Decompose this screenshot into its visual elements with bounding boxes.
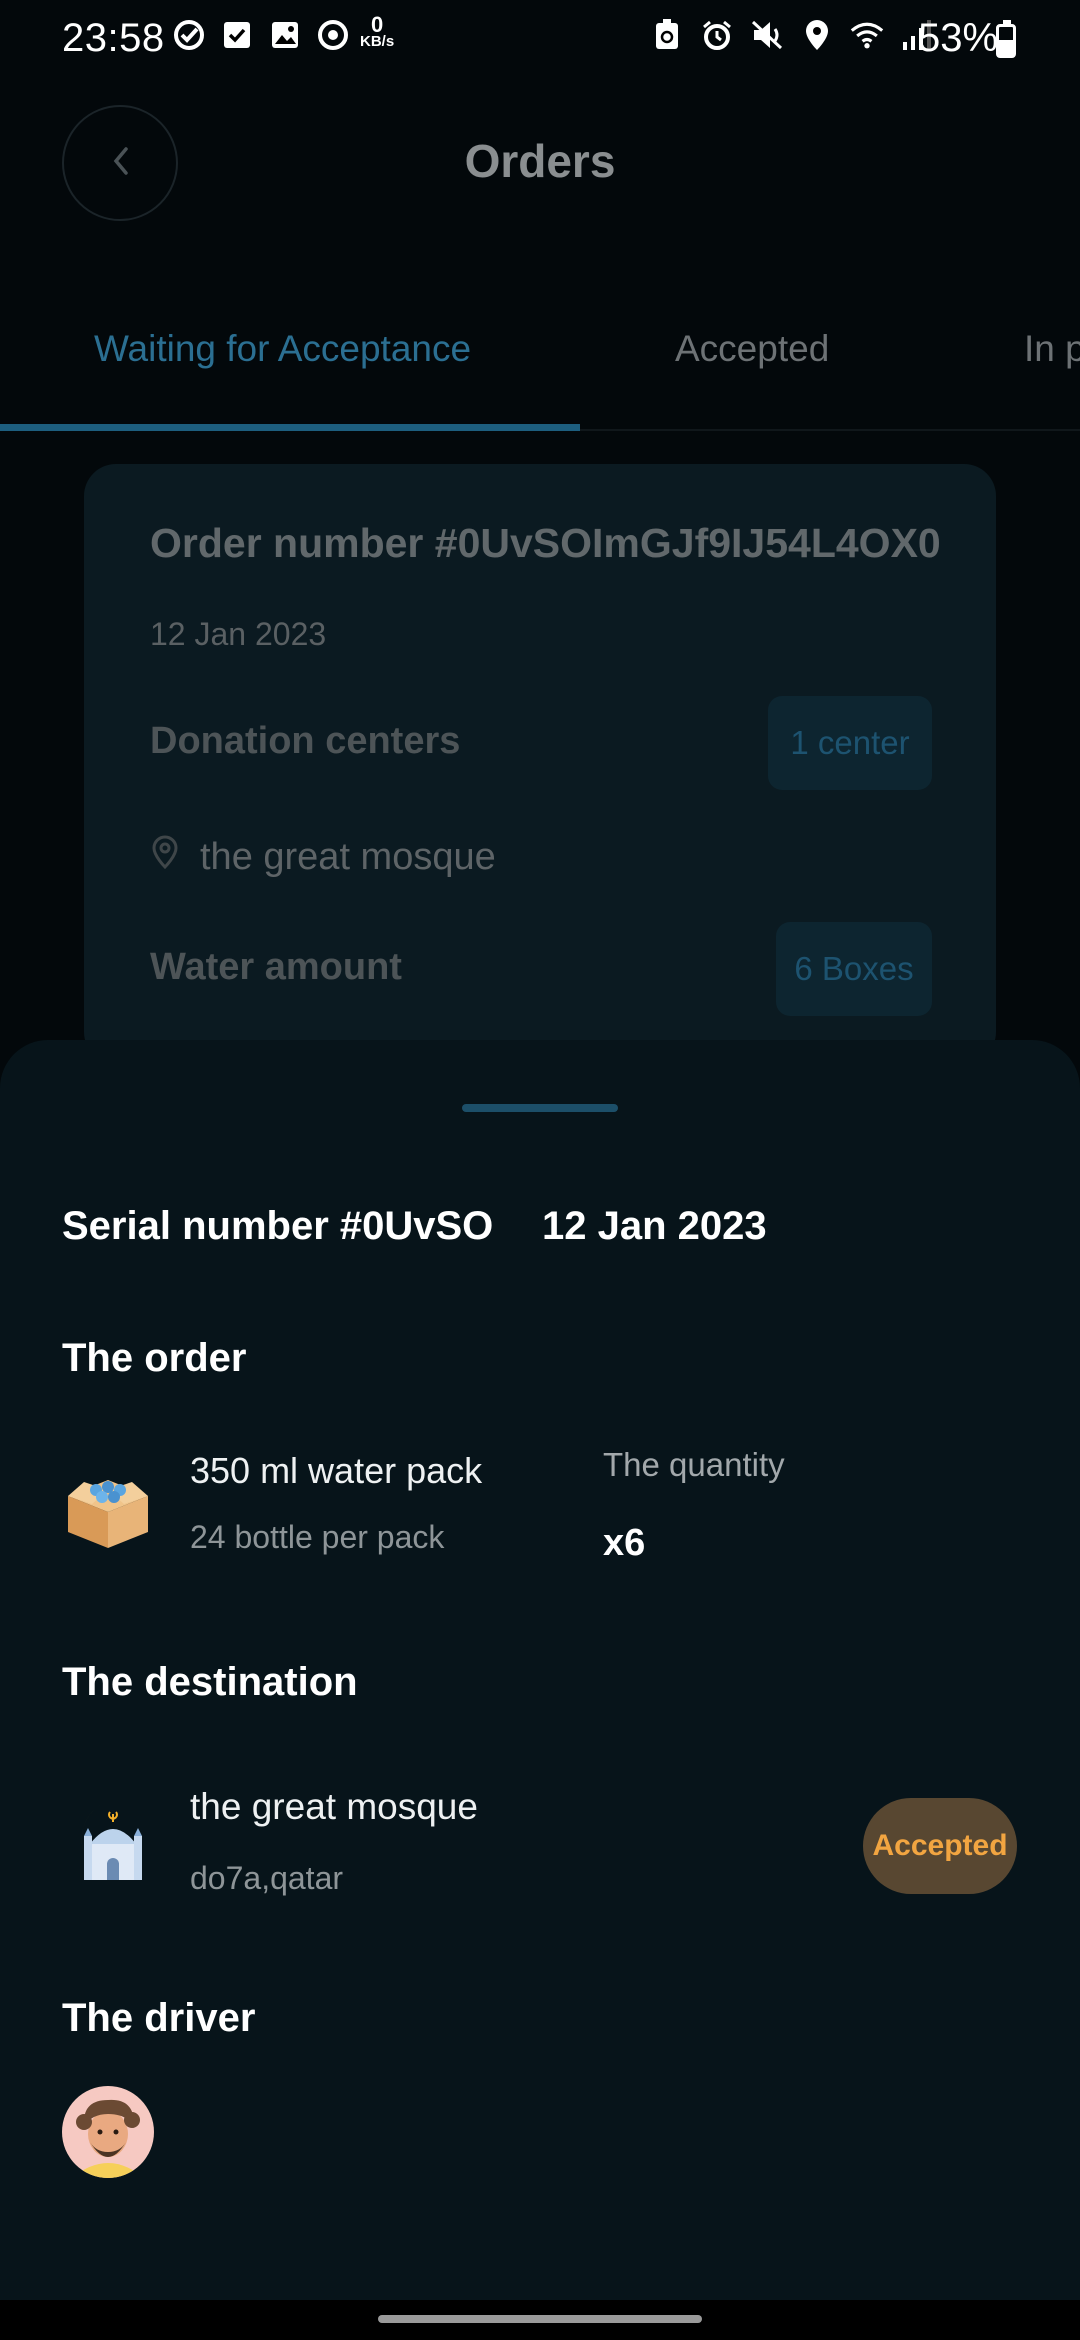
quantity-value: x6 [603, 1522, 646, 1564]
tab-waiting-for-acceptance[interactable]: Waiting for Acceptance [94, 328, 471, 370]
mosque-icon [62, 1796, 154, 1888]
order-date: 12 Jan 2023 [150, 616, 327, 652]
destination-address: do7a,qatar [190, 1860, 344, 1896]
sheet-date: 12 Jan 2023 [542, 1204, 767, 1248]
page-title: Orders [464, 135, 616, 187]
battery-level-fill [999, 40, 1013, 55]
driver-avatar[interactable] [62, 2086, 154, 2178]
water-amount-chip: 6 Boxes [776, 922, 932, 1016]
checkbox-icon [220, 18, 254, 52]
tab-in-progress[interactable]: In p [1024, 328, 1080, 370]
quantity-label: The quantity [603, 1446, 785, 1483]
image-icon [268, 18, 302, 52]
home-gesture-handle[interactable] [378, 2315, 702, 2323]
status-time: 23:58 [62, 16, 165, 60]
status-badge: Accepted [863, 1798, 1017, 1894]
network-speed-unit: KB/s [360, 33, 395, 50]
lock-battery-icon [650, 18, 684, 52]
network-speed: 0 KB/s [360, 12, 395, 51]
status-icons-right [650, 18, 934, 52]
alarm-icon [700, 18, 734, 52]
mute-icon [750, 18, 784, 52]
water-pack-box-icon [62, 1460, 154, 1552]
product-description: 24 bottle per pack [190, 1519, 445, 1555]
location-pin-icon [150, 834, 180, 880]
check-circle-icon [172, 18, 206, 52]
order-status-tabs: Waiting for Acceptance Accepted In p [0, 300, 1080, 434]
serial-number: Serial number #0UvSO [62, 1204, 494, 1248]
battery-icon [996, 20, 1016, 58]
destination-heading: The destination [62, 1660, 358, 1704]
order-details-sheet: Serial number #0UvSO 12 Jan 2023 The ord… [0, 1040, 1080, 2300]
network-speed-value: 0 [370, 12, 384, 37]
status-icons-left [172, 18, 350, 52]
status-bar: 23:58 0 KB/s 53% [0, 0, 1080, 82]
order-heading: The order [62, 1336, 247, 1380]
active-tab-indicator [0, 424, 580, 431]
donation-centers-chip: 1 center [768, 696, 932, 790]
water-amount-label: Water amount [150, 946, 402, 988]
donation-centers-label: Donation centers [150, 720, 461, 762]
product-name: 350 ml water pack [190, 1450, 483, 1491]
wifi-icon [850, 18, 884, 52]
battery-percentage: 53% [918, 16, 999, 60]
system-nav-bar [0, 2300, 1080, 2340]
order-number: Order number #0UvSOImGJf9IJ54L4OX0 [150, 520, 941, 566]
driver-heading: The driver [62, 1996, 256, 2040]
order-card[interactable]: Order number #0UvSOImGJf9IJ54L4OX0 12 Ja… [84, 464, 996, 1064]
order-location: the great mosque [150, 834, 496, 880]
destination-name: the great mosque [190, 1786, 478, 1827]
order-location-name: the great mosque [200, 835, 496, 878]
sheet-drag-handle[interactable] [462, 1104, 618, 1112]
location-icon [800, 18, 834, 52]
tab-accepted[interactable]: Accepted [675, 328, 829, 370]
sync-icon [316, 18, 350, 52]
